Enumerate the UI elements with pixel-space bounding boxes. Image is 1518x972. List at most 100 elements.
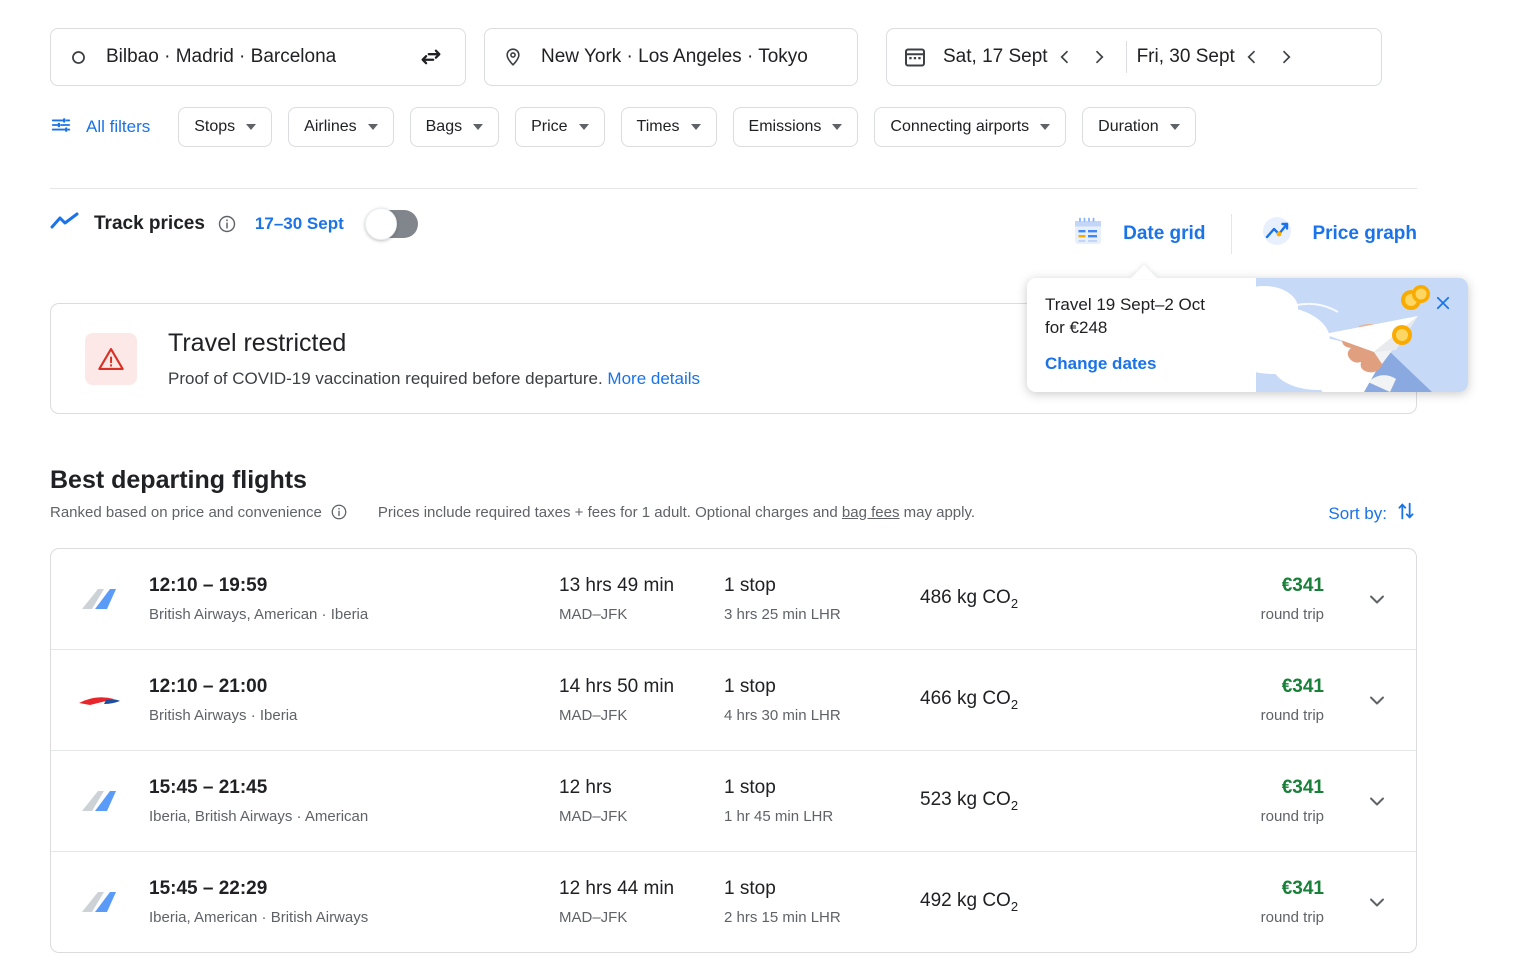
flight-layover: 3 hrs 25 min LHR bbox=[724, 606, 920, 623]
date-grid-button[interactable]: Date grid bbox=[1069, 212, 1205, 255]
bag-fees-link[interactable]: bag fees bbox=[842, 504, 900, 521]
cheaper-dates-popover: Travel 19 Sept–2 Oct for €248 Change dat… bbox=[1027, 278, 1468, 392]
expand-flight-button[interactable] bbox=[1338, 688, 1416, 712]
flight-emissions: 492 kg CO bbox=[920, 890, 1011, 911]
flight-times-cell: 12:10 – 21:00 British Airways · Iberia bbox=[149, 676, 559, 724]
generic-winglet-logo bbox=[51, 582, 149, 616]
flight-duration: 12 hrs 44 min bbox=[559, 878, 724, 900]
filter-chip-airlines[interactable]: Airlines bbox=[288, 107, 393, 147]
flight-price-cell: €341 round trip bbox=[1139, 575, 1338, 623]
chevron-down-icon bbox=[368, 124, 378, 130]
destination-field[interactable]: New York · Los Angeles · Tokyo bbox=[484, 28, 858, 86]
all-filters-button[interactable]: All filters bbox=[50, 114, 150, 141]
ranked-note: Ranked based on price and convenience bbox=[50, 504, 322, 521]
depart-prev-day-button[interactable] bbox=[1048, 40, 1082, 74]
sort-by-button[interactable]: Sort by: bbox=[1328, 500, 1417, 527]
flight-stops: 1 stop bbox=[724, 676, 920, 698]
return-date-value: Fri, 30 Sept bbox=[1137, 46, 1235, 68]
chevron-down-icon bbox=[1365, 789, 1389, 813]
return-next-day-button[interactable] bbox=[1269, 40, 1303, 74]
price-graph-label: Price graph bbox=[1312, 223, 1417, 245]
flight-price-note: round trip bbox=[1139, 707, 1324, 724]
filter-chip-airlines-label: Airlines bbox=[304, 118, 356, 136]
date-grid-label: Date grid bbox=[1123, 223, 1205, 245]
flight-stops: 1 stop bbox=[724, 777, 920, 799]
flight-duration-cell: 12 hrs MAD–JFK bbox=[559, 777, 724, 825]
co2-subscript: 2 bbox=[1011, 899, 1018, 914]
flight-route: MAD–JFK bbox=[559, 606, 724, 623]
generic-winglet-logo bbox=[51, 885, 149, 919]
flight-route: MAD–JFK bbox=[559, 909, 724, 926]
flight-price-cell: €341 round trip bbox=[1139, 777, 1338, 825]
flight-price-note: round trip bbox=[1139, 909, 1324, 926]
return-date-segment[interactable]: Fri, 30 Sept bbox=[1137, 40, 1303, 74]
co2-subscript: 2 bbox=[1011, 697, 1018, 712]
flight-airlines: Iberia, British Airways · American bbox=[149, 808, 559, 825]
price-graph-button[interactable]: Price graph bbox=[1258, 212, 1417, 255]
return-prev-day-button[interactable] bbox=[1235, 40, 1269, 74]
swap-arrows-icon bbox=[418, 44, 444, 70]
flight-times-cell: 15:45 – 22:29 Iberia, American · British… bbox=[149, 878, 559, 926]
price-trend-icon bbox=[50, 211, 80, 238]
flight-emissions: 466 kg CO bbox=[920, 688, 1011, 709]
warning-icon-container bbox=[85, 333, 137, 385]
flight-times-cell: 12:10 – 19:59 British Airways, American … bbox=[149, 575, 559, 623]
flight-duration: 13 hrs 49 min bbox=[559, 575, 724, 597]
swap-airports-button[interactable] bbox=[404, 30, 458, 84]
travel-restricted-subtitle: Proof of COVID-19 vaccination required b… bbox=[168, 369, 700, 389]
expand-flight-button[interactable] bbox=[1338, 587, 1416, 611]
table-row[interactable]: 12:10 – 19:59 British Airways, American … bbox=[51, 549, 1416, 650]
flight-duration-cell: 14 hrs 50 min MAD–JFK bbox=[559, 676, 724, 724]
warning-triangle-icon bbox=[97, 345, 125, 373]
table-row[interactable]: 15:45 – 21:45 Iberia, British Airways · … bbox=[51, 751, 1416, 852]
popover-text: Travel 19 Sept–2 Oct for €248 Change dat… bbox=[1045, 293, 1315, 374]
sort-up-down-icon bbox=[1395, 500, 1417, 527]
date-grid-icon bbox=[1069, 212, 1107, 255]
flight-emissions: 486 kg CO bbox=[920, 587, 1011, 608]
sort-by-label: Sort by: bbox=[1328, 504, 1387, 524]
table-row[interactable]: 15:45 – 22:29 Iberia, American · British… bbox=[51, 852, 1416, 952]
chevron-down-icon bbox=[1365, 688, 1389, 712]
flight-layover: 2 hrs 15 min LHR bbox=[724, 909, 920, 926]
price-graph-icon bbox=[1258, 212, 1296, 255]
page-title: Best departing flights bbox=[50, 466, 307, 495]
flight-price: €341 bbox=[1139, 676, 1324, 698]
change-dates-link[interactable]: Change dates bbox=[1045, 354, 1156, 374]
depart-date-segment[interactable]: Sat, 17 Sept bbox=[943, 40, 1116, 74]
expand-flight-button[interactable] bbox=[1338, 789, 1416, 813]
info-icon[interactable] bbox=[330, 503, 348, 521]
chevron-down-icon bbox=[1365, 890, 1389, 914]
all-filters-label: All filters bbox=[86, 117, 150, 137]
track-prices-toggle[interactable] bbox=[366, 210, 418, 238]
filter-chip-bags-label: Bags bbox=[426, 118, 462, 136]
expand-flight-button[interactable] bbox=[1338, 890, 1416, 914]
flight-emissions-cell: 523 kg CO2 bbox=[920, 789, 1139, 813]
chevron-down-icon bbox=[1040, 124, 1050, 130]
table-row[interactable]: 12:10 – 21:00 British Airways · Iberia 1… bbox=[51, 650, 1416, 751]
filter-chip-duration[interactable]: Duration bbox=[1082, 107, 1195, 147]
filter-chip-times[interactable]: Times bbox=[621, 107, 717, 147]
origin-value: Bilbao · Madrid · Barcelona bbox=[106, 46, 336, 68]
filter-chip-stops[interactable]: Stops bbox=[178, 107, 272, 147]
filter-chip-connecting-airports[interactable]: Connecting airports bbox=[874, 107, 1066, 147]
prices-note-pre: Prices include required taxes + fees for… bbox=[378, 504, 842, 521]
popover-close-button[interactable] bbox=[1430, 290, 1456, 316]
depart-next-day-button[interactable] bbox=[1082, 40, 1116, 74]
filter-chip-emissions[interactable]: Emissions bbox=[733, 107, 859, 147]
chevron-down-icon bbox=[1365, 587, 1389, 611]
info-icon[interactable] bbox=[217, 214, 237, 234]
flight-stops-cell: 1 stop 3 hrs 25 min LHR bbox=[724, 575, 920, 623]
more-details-link[interactable]: More details bbox=[607, 369, 700, 388]
travel-restricted-detail: Proof of COVID-19 vaccination required b… bbox=[168, 369, 603, 388]
co2-subscript: 2 bbox=[1011, 596, 1018, 611]
flight-times: 15:45 – 21:45 bbox=[149, 777, 559, 799]
track-prices-label: Track prices bbox=[94, 213, 205, 235]
british-airways-logo bbox=[51, 683, 149, 717]
chevron-down-icon bbox=[1170, 124, 1180, 130]
filter-chip-stops-label: Stops bbox=[194, 118, 235, 136]
track-prices-dates[interactable]: 17–30 Sept bbox=[255, 214, 344, 234]
flight-price-note: round trip bbox=[1139, 606, 1324, 623]
filter-chip-price[interactable]: Price bbox=[515, 107, 604, 147]
filter-chip-bags[interactable]: Bags bbox=[410, 107, 499, 147]
flight-times: 12:10 – 19:59 bbox=[149, 575, 559, 597]
